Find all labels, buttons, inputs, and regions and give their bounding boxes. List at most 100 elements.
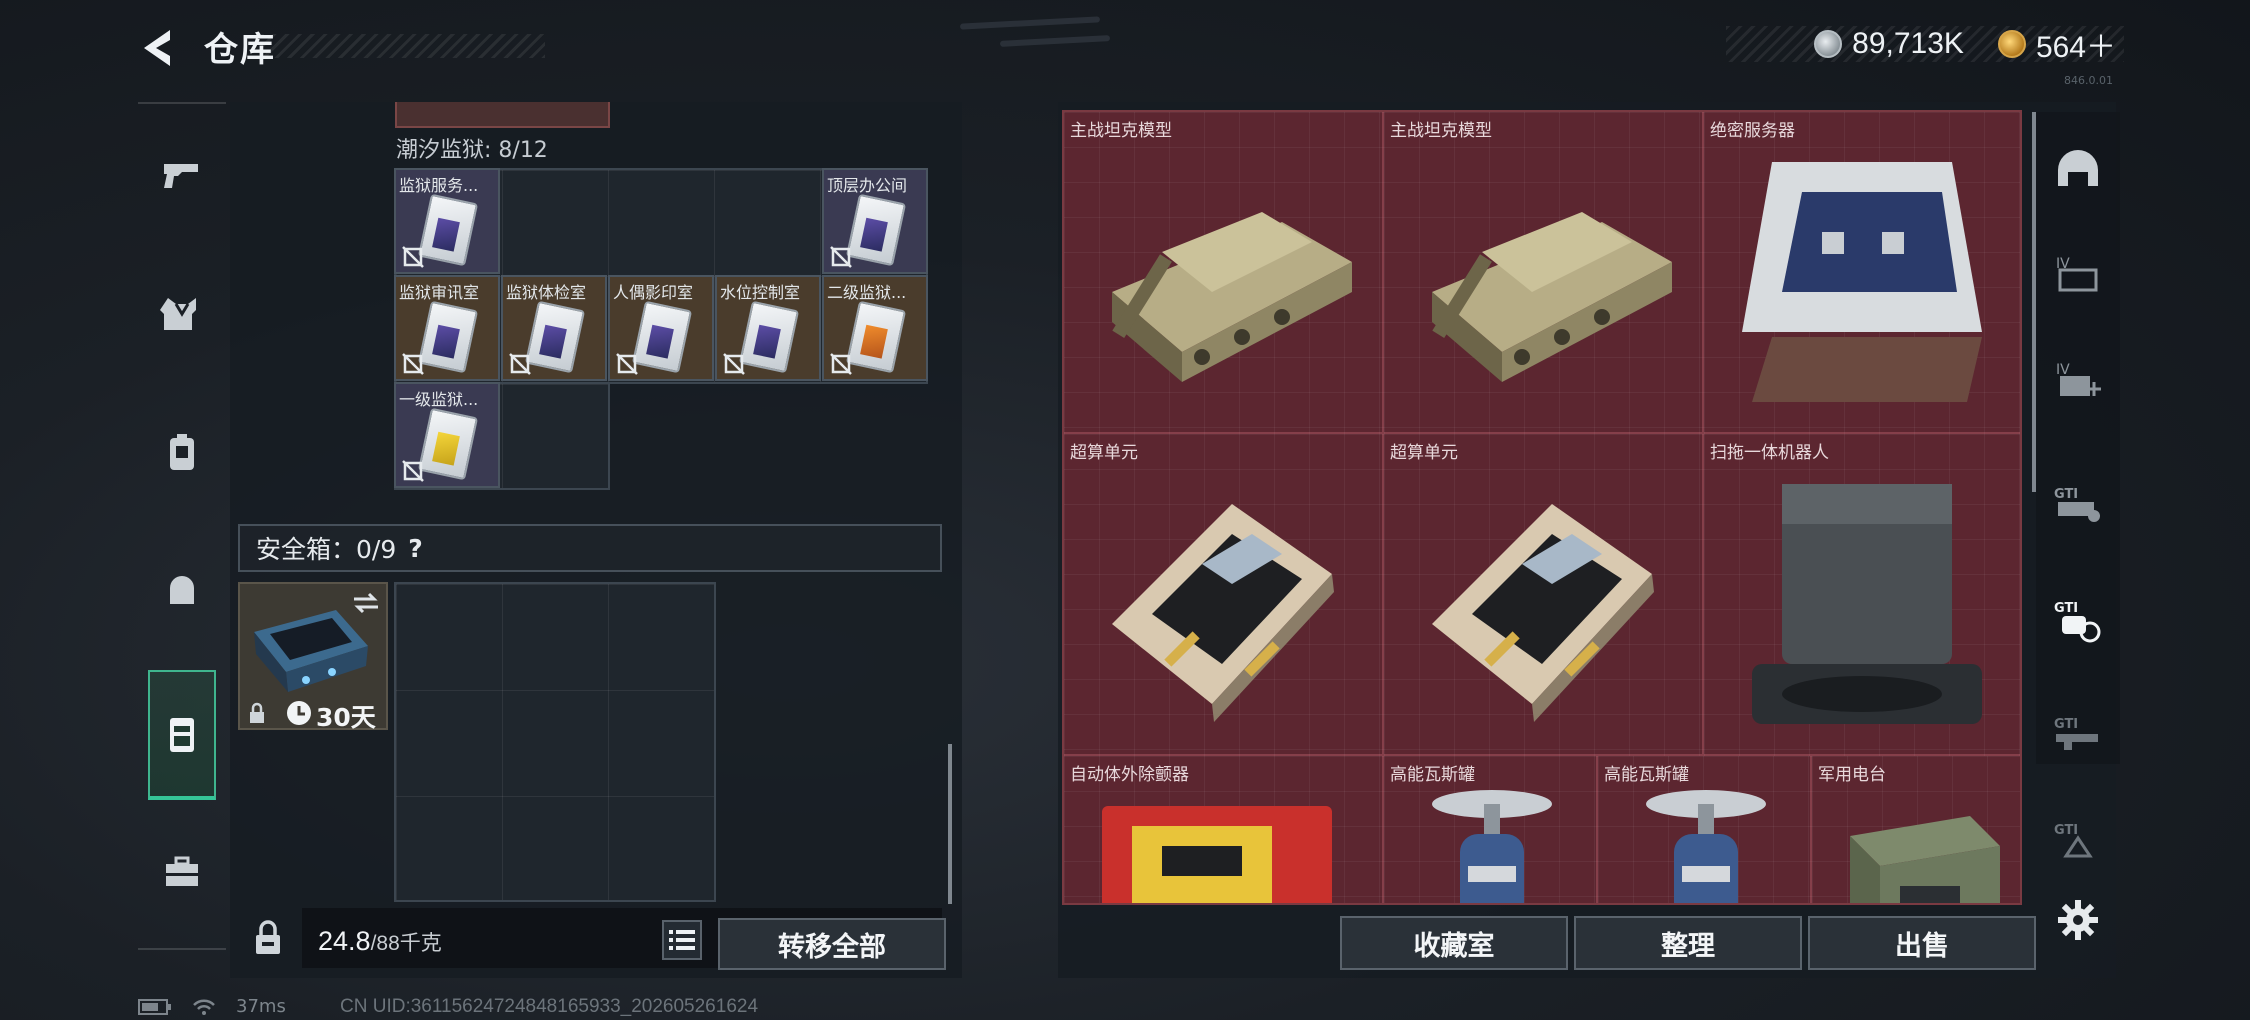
keycard-image [417, 300, 479, 374]
sell-button[interactable]: 出售 [1808, 916, 2036, 970]
settings-button[interactable] [2044, 886, 2112, 954]
keycard-label: 人偶影印室 [613, 283, 694, 302]
tab-bag[interactable] [148, 556, 216, 624]
svg-text:IV: IV [2056, 362, 2070, 378]
armor-vest-icon [160, 298, 196, 330]
keycard-image [845, 300, 907, 374]
warehouse-item-label: 自动体外除颤器 [1070, 765, 1189, 785]
gti-settings-icon: GTI [2054, 487, 2100, 522]
backpack-icon [170, 434, 194, 470]
gti-active-icon: GTI [2054, 601, 2101, 643]
warehouse-item-label: 军用电台 [1818, 765, 1886, 785]
keycard-item[interactable]: 一级监狱... [394, 382, 500, 488]
no-inspect-icon [402, 353, 424, 375]
version-text: 846.0.01 [2064, 74, 2113, 87]
filter-iv-folder[interactable]: IV [2044, 240, 2112, 308]
padlock-icon [256, 920, 280, 954]
gti-weapon-icon: GTI [2054, 717, 2098, 750]
filter-gti-weapon[interactable]: GTI [2044, 700, 2112, 768]
tab-briefcase[interactable] [148, 838, 216, 906]
gold-balance-topup[interactable]: 564＋ [2036, 22, 2116, 66]
weight-current: 24.8 [318, 926, 371, 956]
warehouse-item-label: 主战坦克模型 [1390, 121, 1492, 141]
warehouse-item-label: 超算单元 [1070, 443, 1138, 463]
rail-divider [138, 102, 226, 104]
keycard-item[interactable]: 监狱审讯室 [394, 275, 500, 381]
tank-image [1072, 142, 1372, 406]
no-inspect-icon [616, 353, 638, 375]
keycard-label: 监狱服务... [399, 176, 479, 195]
keycard-label: 监狱审讯室 [399, 283, 480, 302]
pistol-icon [164, 164, 198, 188]
warehouse-grid: 主战坦克模型 主战坦克模型 绝密服务器 超算单元 超算单元 扫拖一体机器人 自动体外除颤器 高… [1062, 110, 2022, 905]
category-rail [138, 102, 226, 950]
board-image [1392, 464, 1692, 748]
filter-gti-triangle[interactable]: GTI [2044, 806, 2112, 874]
wifi-icon [193, 999, 215, 1015]
warehouse-item[interactable]: 超算单元 [1384, 434, 1704, 756]
robot-image [1712, 464, 2012, 754]
filter-helmet[interactable] [2044, 134, 2112, 202]
bg-streak [959, 16, 1101, 30]
weight-max: /88千克 [370, 932, 442, 955]
tab-armor[interactable] [148, 280, 216, 348]
helmet-bag-icon [170, 576, 194, 604]
help-icon[interactable]: ? [408, 534, 423, 563]
keycard-item[interactable]: 监狱体检室 [501, 275, 607, 381]
back-button[interactable] [138, 26, 182, 70]
warehouse-item[interactable]: 高能瓦斯罐 [1384, 756, 1598, 903]
swap-icon[interactable] [352, 592, 380, 614]
warehouse-item[interactable]: 自动体外除颤器 [1064, 756, 1384, 903]
add-iv-icon: IV [2056, 362, 2101, 396]
warehouse-filter-rail [2036, 112, 2120, 764]
rail-divider [138, 948, 226, 950]
user-uid: CN UID:361156247248481659​33_20260526162… [340, 996, 759, 1017]
keycard-image [417, 407, 479, 481]
safe-box-item[interactable]: 30天 [238, 582, 388, 732]
aed-image [1072, 786, 1372, 903]
warehouse-item-label: 主战坦克模型 [1070, 121, 1172, 141]
transfer-all-button[interactable]: 转移全部 [718, 918, 946, 970]
bg-streak [999, 35, 1111, 47]
filter-gti-settings[interactable]: GTI [2044, 470, 2112, 538]
keycard-image [845, 193, 907, 267]
silver-balance: 89,713K [1852, 27, 1964, 60]
keycard-item[interactable]: 二级监狱... [822, 275, 928, 381]
filter-iv-add[interactable]: IV [2044, 346, 2112, 414]
keycard-item[interactable]: 监狱服务... [394, 168, 500, 274]
no-inspect-icon [830, 246, 852, 268]
warehouse-item[interactable]: 超算单元 [1064, 434, 1384, 756]
warehouse-item[interactable]: 绝密服务器 [1704, 112, 2020, 434]
keycard-image [417, 193, 479, 267]
keycard-label: 监狱体检室 [506, 283, 587, 302]
back-arrow-icon [144, 30, 170, 66]
tank-image [1392, 142, 1692, 406]
no-inspect-icon [509, 353, 531, 375]
helmet-icon [2058, 150, 2098, 186]
keycard-item[interactable]: 水位控制室 [715, 275, 821, 381]
keycard-label: 一级监狱... [399, 390, 479, 409]
warehouse-item[interactable]: 扫拖一体机器人 [1704, 434, 2020, 756]
collection-room-button[interactable]: 收藏室 [1340, 916, 1568, 970]
warehouse-item[interactable]: 高能瓦斯罐 [1598, 756, 1812, 903]
svg-text:GTI: GTI [2054, 601, 2078, 616]
organize-button[interactable]: 整理 [1574, 916, 1802, 970]
storage-scrollbar[interactable] [948, 744, 952, 904]
svg-text:GTI: GTI [2054, 487, 2078, 502]
warehouse-item[interactable]: 主战坦克模型 [1064, 112, 1384, 434]
folder-iv-icon: IV [2056, 256, 2098, 292]
warehouse-item[interactable]: 军用电台 [1812, 756, 2020, 903]
tab-backpack[interactable] [148, 418, 216, 486]
keycard-item[interactable]: 人偶影印室 [608, 275, 714, 381]
filter-gti-active[interactable]: GTI [2044, 586, 2112, 654]
warehouse-item[interactable]: 主战坦克模型 [1384, 112, 1704, 434]
carry-weight: 24.8/88千克 [318, 926, 442, 957]
tab-weapons[interactable] [148, 140, 216, 208]
warehouse-item-label: 绝密服务器 [1710, 121, 1795, 141]
list-view-button[interactable] [662, 920, 702, 960]
keycard-item[interactable]: 顶层办公间 [822, 168, 928, 274]
previous-category-tail [395, 102, 610, 128]
tab-keycards[interactable] [148, 670, 216, 800]
weight-lock-button[interactable] [238, 908, 298, 968]
keycard-image [524, 300, 586, 374]
